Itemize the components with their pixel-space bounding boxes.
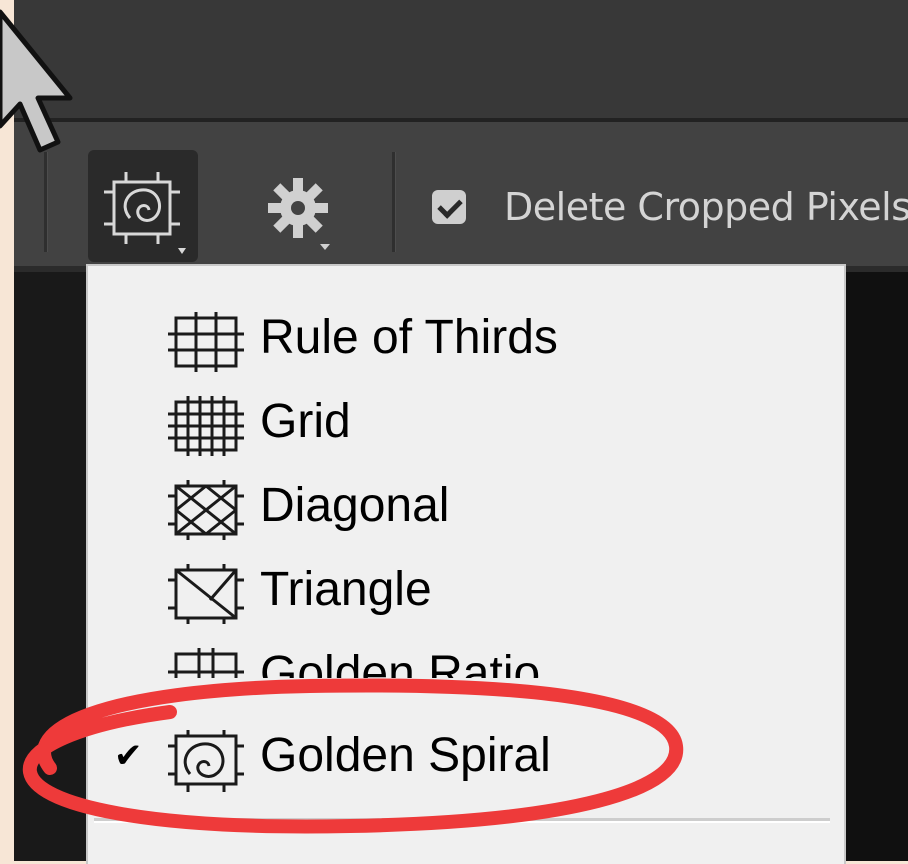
- menu-item-triangle[interactable]: Triangle: [88, 548, 828, 632]
- delete-cropped-pixels-label: Delete Cropped Pixels: [504, 185, 908, 229]
- overlay-options-menu: Rule of Thirds Grid Diagonal Triangle Go…: [86, 264, 846, 864]
- crop-overlay-button[interactable]: [88, 150, 198, 262]
- menu-item-golden-ratio[interactable]: Golden Ratio: [88, 632, 828, 678]
- menu-item-diagonal[interactable]: Diagonal: [88, 464, 828, 548]
- menu-item-golden-spiral[interactable]: ✔ Golden Spiral: [88, 714, 828, 798]
- menu-separator: [94, 818, 830, 823]
- app-title-area: [14, 0, 908, 118]
- golden-spiral-icon: [168, 730, 244, 792]
- options-bar-divider: [392, 152, 396, 252]
- photoshop-crop-tool-screenshot: Delete Cropped Pixels Rule of Thirds Gri…: [0, 0, 908, 864]
- options-bar-divider: [44, 152, 48, 252]
- delete-cropped-pixels-option[interactable]: Delete Cropped Pixels: [432, 182, 908, 232]
- menu-item-label: Grid: [260, 395, 351, 448]
- checkmark-icon: ✔: [114, 736, 143, 776]
- menu-item-label: Rule of Thirds: [260, 311, 558, 364]
- tools-panel-edge: [14, 272, 86, 861]
- rule-of-thirds-icon: [168, 312, 244, 372]
- menu-item-label: Golden Ratio: [260, 647, 541, 678]
- crop-settings-button[interactable]: [258, 158, 348, 258]
- golden-ratio-icon: [168, 648, 244, 678]
- golden-spiral-overlay-icon: [104, 172, 186, 254]
- mouse-cursor-icon: [0, 9, 73, 153]
- gear-icon: [268, 178, 330, 250]
- grid-icon: [168, 396, 244, 456]
- diagonal-icon: [168, 480, 244, 540]
- menu-item-label: Diagonal: [260, 479, 450, 532]
- menu-item-label: Triangle: [260, 563, 432, 616]
- menu-item-label: Golden Spiral: [260, 729, 551, 782]
- menu-item-grid[interactable]: Grid: [88, 380, 828, 464]
- menu-item-rule-of-thirds[interactable]: Rule of Thirds: [88, 296, 828, 380]
- delete-cropped-pixels-checkbox[interactable]: [432, 190, 466, 224]
- triangle-icon: [168, 564, 244, 624]
